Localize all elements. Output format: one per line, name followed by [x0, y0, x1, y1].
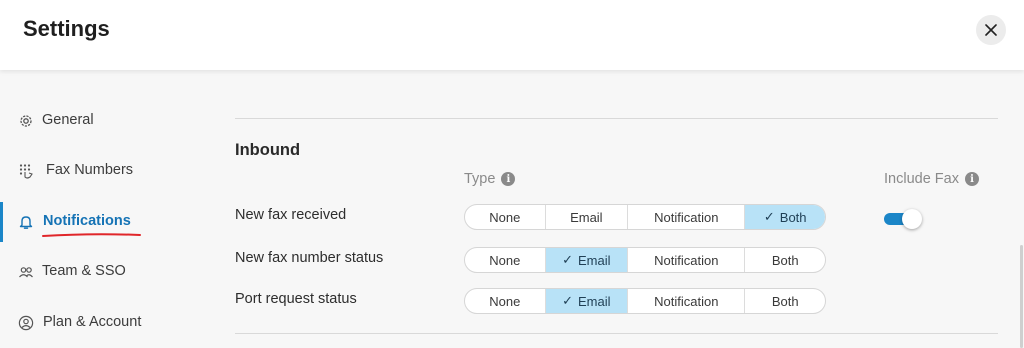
keypad-icon — [18, 163, 34, 179]
include-fax-column-header: Include Fax i — [884, 171, 979, 187]
page-title: Settings — [23, 16, 110, 41]
type-header-label: Type — [464, 171, 496, 187]
include-fax-header-label: Include Fax — [884, 171, 959, 187]
close-button[interactable] — [976, 15, 1006, 45]
sidebar-item-label: Notifications — [43, 213, 131, 229]
check-icon: ✓ — [562, 252, 574, 267]
sidebar-item-label: Plan & Account — [43, 314, 142, 330]
option-email[interactable]: ✓ Email — [545, 289, 629, 313]
type-column-header: Type i — [464, 171, 516, 187]
people-icon — [18, 264, 34, 280]
settings-header: Settings — [0, 0, 1024, 70]
section-title-inbound: Inbound — [235, 141, 301, 159]
type-selector-new-fax-number-status: None ✓ Email Notification Both — [464, 247, 826, 273]
row-label-new-fax-received: New fax received — [235, 207, 347, 223]
row-label-port-request-status: Port request status — [235, 291, 357, 307]
type-selector-new-fax-received: None Email Notification ✓ Both — [464, 204, 826, 230]
sidebar-item-plan-account[interactable]: Plan & Account — [0, 303, 200, 343]
divider — [235, 118, 998, 119]
sidebar-item-general[interactable]: General — [0, 101, 200, 141]
option-notification[interactable]: Notification — [628, 289, 746, 313]
sidebar-item-notifications[interactable]: Notifications — [0, 202, 200, 242]
highlight-underline — [42, 233, 141, 237]
sidebar-item-label: Fax Numbers — [46, 162, 134, 178]
option-both[interactable]: Both — [745, 289, 825, 313]
option-email[interactable]: ✓ Email — [545, 248, 629, 272]
sidebar-item-label: Team & SSO — [42, 263, 126, 279]
option-none[interactable]: None — [465, 205, 546, 229]
settings-sidebar: General Fax Numbers Notifications Team &… — [0, 70, 200, 348]
close-icon — [985, 24, 997, 36]
sidebar-item-label: General — [42, 112, 94, 128]
check-icon: ✓ — [763, 209, 775, 224]
option-both[interactable]: Both — [745, 248, 825, 272]
option-notification[interactable]: Notification — [628, 248, 746, 272]
option-none[interactable]: None — [465, 248, 546, 272]
option-notification[interactable]: Notification — [628, 205, 746, 229]
option-email[interactable]: Email — [546, 205, 629, 229]
info-icon[interactable]: i — [501, 172, 516, 186]
include-fax-toggle[interactable] — [884, 209, 922, 229]
info-icon[interactable]: i — [964, 172, 979, 186]
scrollbar[interactable] — [1020, 245, 1023, 348]
divider — [235, 333, 998, 334]
type-selector-port-request-status: None ✓ Email Notification Both — [464, 288, 826, 314]
row-label-new-fax-number-status: New fax number status — [235, 250, 384, 266]
check-icon: ✓ — [562, 293, 574, 308]
option-both[interactable]: ✓ Both — [745, 205, 825, 229]
gear-icon — [18, 113, 34, 129]
active-indicator — [0, 202, 3, 242]
account-icon — [18, 315, 34, 331]
bell-icon — [18, 214, 34, 230]
notifications-panel: Inbound Type i Include Fax i New fax rec… — [235, 70, 998, 348]
toggle-knob — [902, 209, 922, 229]
option-none[interactable]: None — [465, 289, 546, 313]
sidebar-item-team-sso[interactable]: Team & SSO — [0, 252, 200, 292]
sidebar-item-fax-numbers[interactable]: Fax Numbers — [0, 151, 200, 191]
